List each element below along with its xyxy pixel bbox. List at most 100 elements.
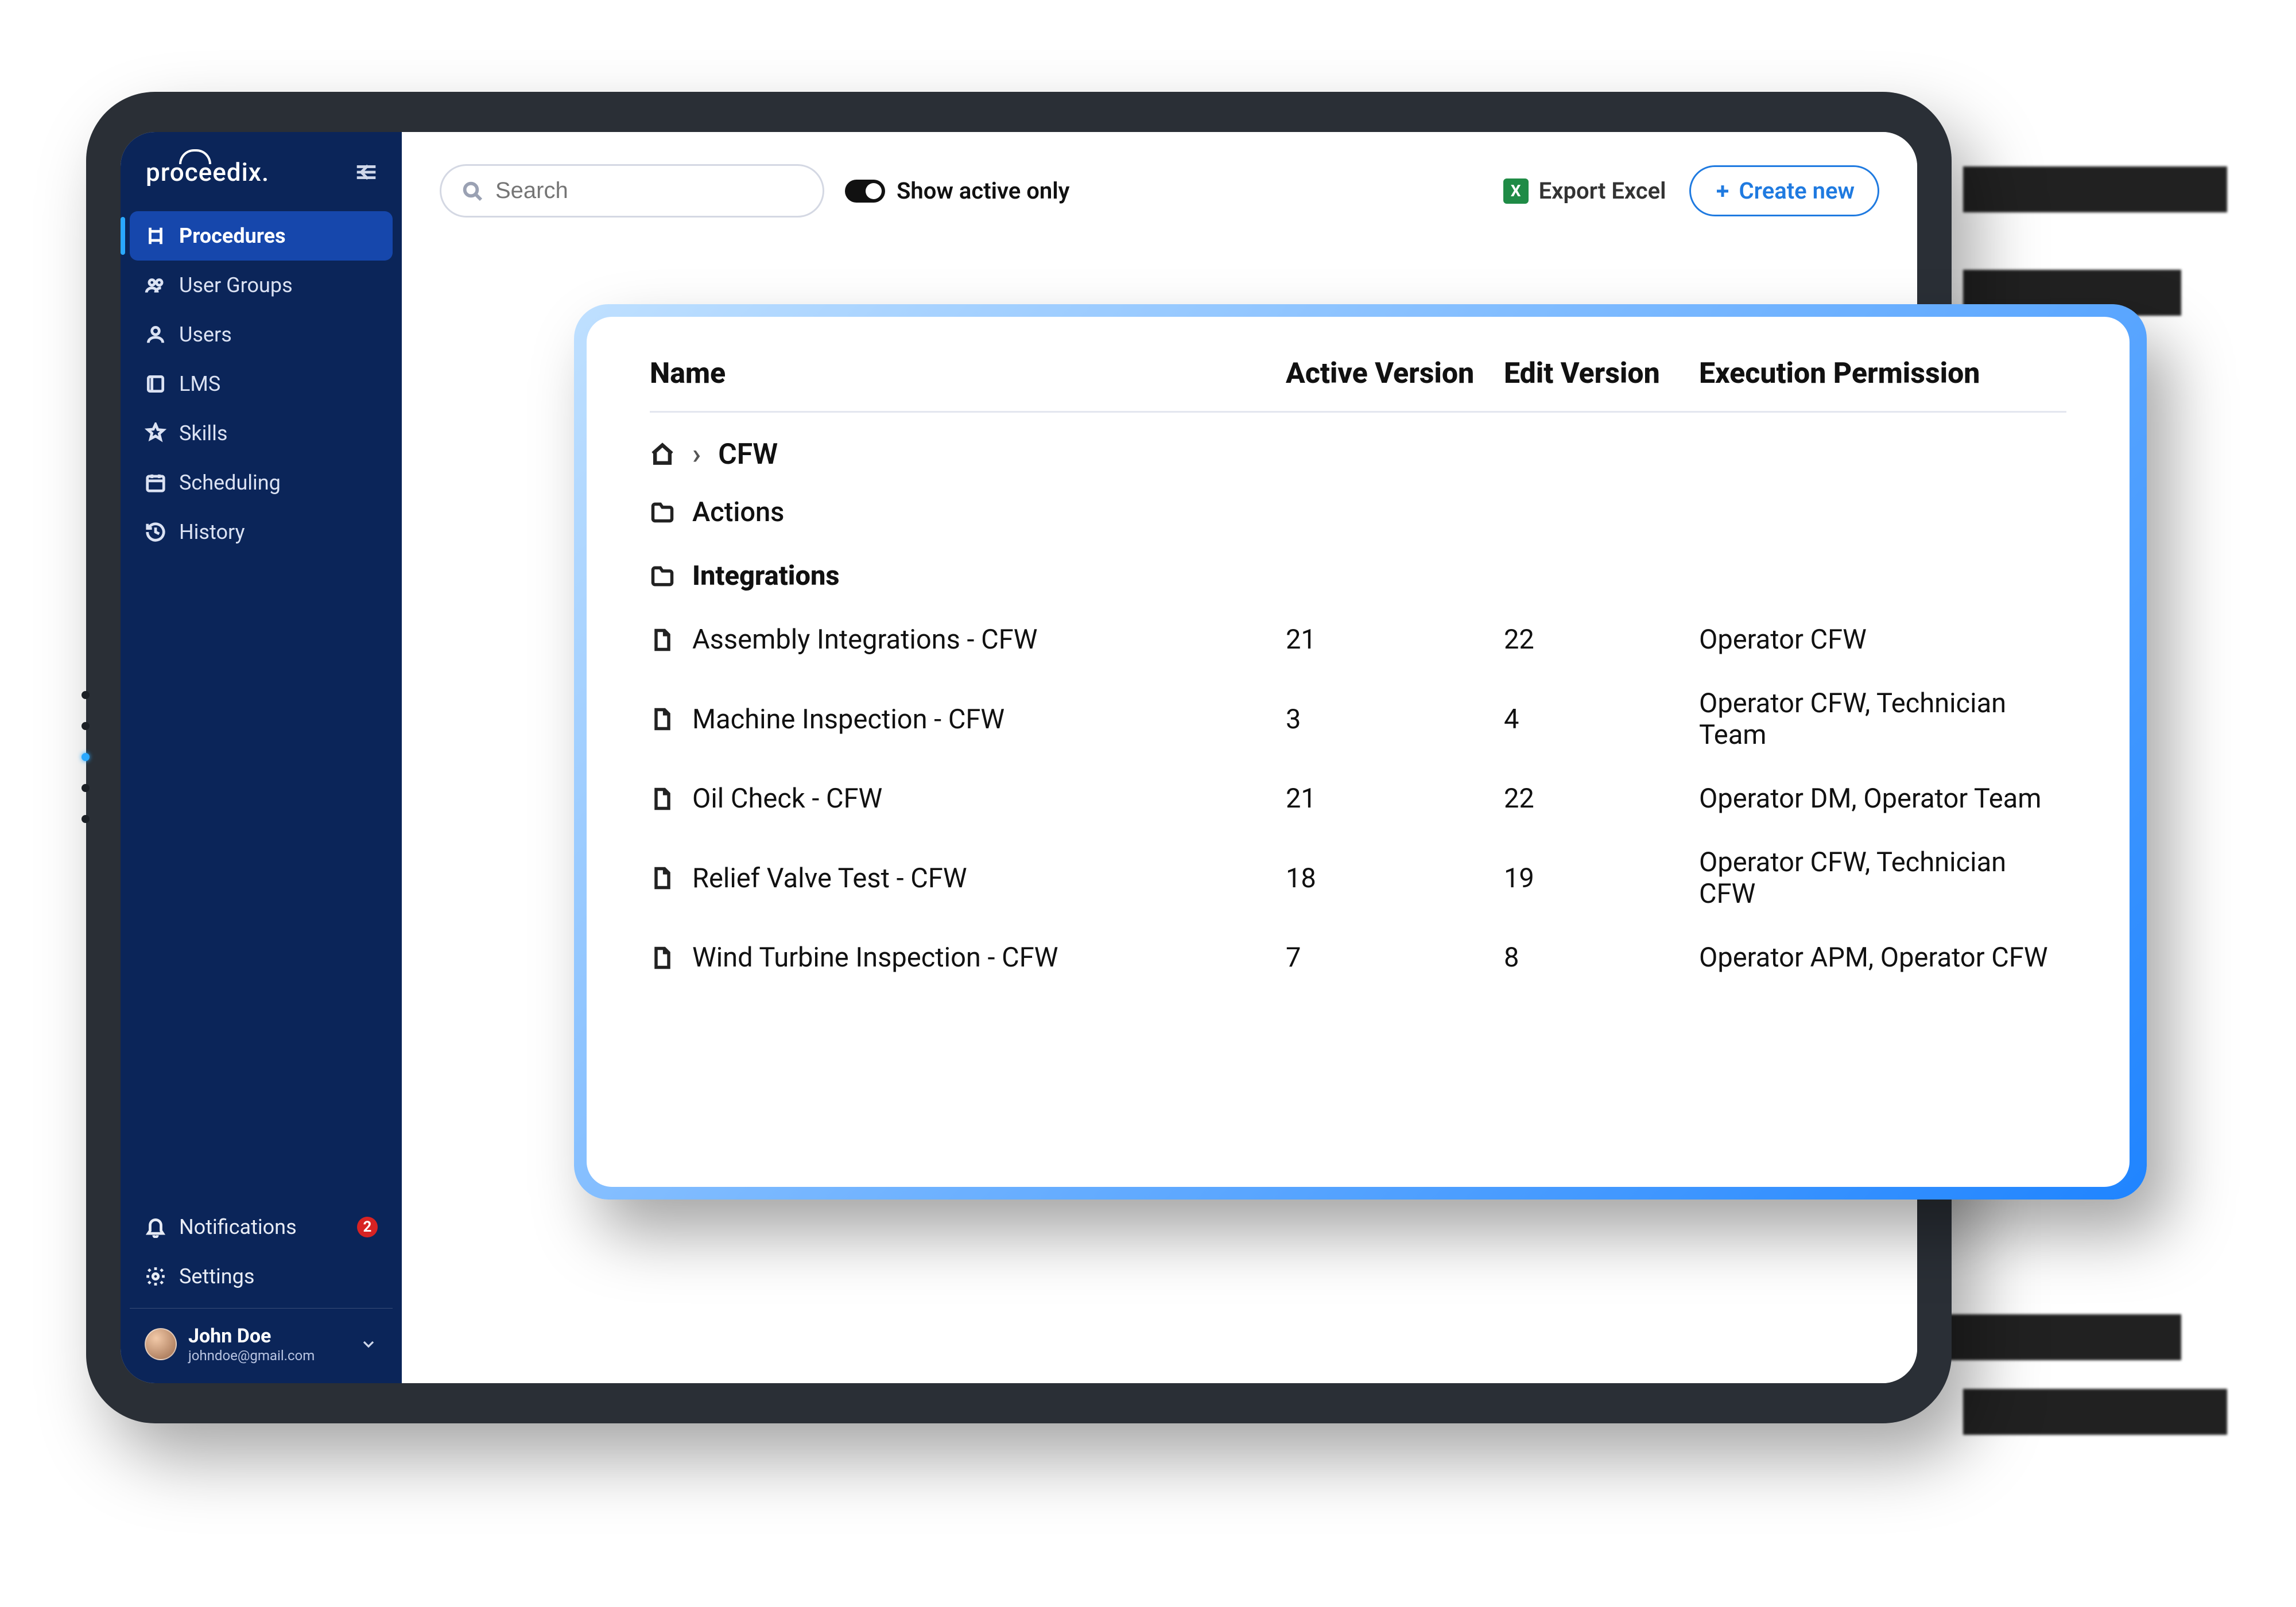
row-active: 18 <box>1286 863 1481 894</box>
file-icon <box>650 707 675 732</box>
folder-label: Integrations <box>692 560 840 592</box>
table-row[interactable]: Machine Inspection - CFW 3 4 Operator CF… <box>650 671 2066 767</box>
row-active: 7 <box>1286 942 1481 973</box>
brand-logo[interactable]: proceedix. <box>146 157 269 187</box>
switch-icon <box>845 180 885 203</box>
sidebar-item-label: Skills <box>179 421 227 445</box>
users-icon <box>145 324 166 346</box>
decorative-smear <box>1963 1389 2227 1435</box>
breadcrumb-current: CFW <box>718 438 778 471</box>
lms-icon <box>145 373 166 395</box>
file-icon <box>650 865 675 891</box>
sidebar-item-procedures[interactable]: Procedures <box>130 211 393 261</box>
search-icon <box>461 180 484 203</box>
row-name: Machine Inspection - CFW <box>692 704 1004 735</box>
row-perm: Operator CFW <box>1699 624 2066 655</box>
row-perm: Operator CFW, Technician Team <box>1699 688 2066 751</box>
data-panel-frame: Name Active Version Edit Version Executi… <box>574 304 2147 1200</box>
history-icon <box>145 521 166 543</box>
table-row[interactable]: Assembly Integrations - CFW 21 22 Operat… <box>650 608 2066 671</box>
row-edit: 19 <box>1504 863 1676 894</box>
table-row[interactable]: Oil Check - CFW 21 22 Operator DM, Opera… <box>650 767 2066 830</box>
sidebar-item-label: LMS <box>179 372 220 396</box>
row-edit: 8 <box>1504 942 1676 973</box>
excel-icon <box>1503 178 1529 204</box>
row-name: Wind Turbine Inspection - CFW <box>692 942 1058 973</box>
nav: Procedures User Groups Users LMS <box>121 205 402 1197</box>
row-active: 21 <box>1286 624 1481 655</box>
skills-icon <box>145 422 166 444</box>
file-icon <box>650 627 675 653</box>
procedures-icon <box>145 225 166 247</box>
sidebar-item-label: Users <box>179 323 232 347</box>
row-perm: Operator DM, Operator Team <box>1699 783 2066 814</box>
search-box[interactable] <box>440 164 824 218</box>
folder-row[interactable]: Actions <box>650 480 2066 544</box>
table-header: Name Active Version Edit Version Executi… <box>650 357 2066 413</box>
decorative-smear <box>1940 1314 2181 1360</box>
tablet-side-dots <box>82 691 90 823</box>
notifications-badge: 2 <box>357 1217 378 1237</box>
create-label: Create new <box>1739 177 1855 204</box>
decorative-smear <box>1963 166 2227 212</box>
col-name: Name <box>650 357 1263 390</box>
export-excel-button[interactable]: Export Excel <box>1503 177 1666 204</box>
sidebar-item-label: History <box>179 520 245 544</box>
breadcrumb[interactable]: › CFW <box>650 413 2066 480</box>
row-edit: 4 <box>1504 704 1676 735</box>
sidebar-item-scheduling[interactable]: Scheduling <box>130 458 393 507</box>
row-name: Oil Check - CFW <box>692 783 882 814</box>
sidebar-item-label: Scheduling <box>179 471 281 495</box>
col-active: Active Version <box>1286 357 1481 390</box>
user-card[interactable]: John Doe johndoe@gmail.com <box>130 1308 393 1383</box>
table-row[interactable]: Wind Turbine Inspection - CFW 7 8 Operat… <box>650 926 2066 989</box>
file-icon <box>650 945 675 971</box>
sidebar-item-skills[interactable]: Skills <box>130 409 393 458</box>
sidebar-item-settings[interactable]: Settings <box>130 1252 393 1301</box>
bell-icon <box>145 1216 166 1238</box>
folder-label: Actions <box>692 496 784 528</box>
row-name: Assembly Integrations - CFW <box>692 624 1037 655</box>
row-name: Relief Valve Test - CFW <box>692 863 967 894</box>
settings-label: Settings <box>179 1264 254 1288</box>
row-edit: 22 <box>1504 624 1676 655</box>
search-input[interactable] <box>494 177 803 204</box>
toggle-label: Show active only <box>897 177 1070 204</box>
sidebar-item-users[interactable]: Users <box>130 310 393 359</box>
row-edit: 22 <box>1504 783 1676 814</box>
sidebar-item-notifications[interactable]: Notifications 2 <box>130 1202 393 1252</box>
folder-icon <box>650 500 675 525</box>
chevron-right-icon: › <box>692 438 701 471</box>
row-active: 3 <box>1286 704 1481 735</box>
scheduling-icon <box>145 472 166 494</box>
chevron-down-icon <box>359 1335 378 1353</box>
folder-icon <box>650 564 675 589</box>
folder-row[interactable]: Integrations <box>650 544 2066 608</box>
plus-icon <box>1714 183 1731 200</box>
gear-icon <box>145 1266 166 1287</box>
toolbar: Show active only Export Excel Create new <box>440 164 1879 218</box>
sidebar-item-user-groups[interactable]: User Groups <box>130 261 393 310</box>
table-row[interactable]: Relief Valve Test - CFW 18 19 Operator C… <box>650 830 2066 926</box>
row-active: 21 <box>1286 783 1481 814</box>
sidebar-item-history[interactable]: History <box>130 507 393 557</box>
user-email: johndoe@gmail.com <box>188 1348 315 1364</box>
home-icon <box>650 442 675 467</box>
row-perm: Operator APM, Operator CFW <box>1699 942 2066 973</box>
sidebar-item-lms[interactable]: LMS <box>130 359 393 409</box>
user-name: John Doe <box>188 1325 315 1348</box>
create-new-button[interactable]: Create new <box>1689 165 1879 216</box>
col-perm: Execution Permission <box>1699 357 2066 390</box>
row-perm: Operator CFW, Technician CFW <box>1699 847 2066 910</box>
collapse-sidebar-icon[interactable] <box>354 159 380 185</box>
file-icon <box>650 786 675 812</box>
notifications-label: Notifications <box>179 1215 297 1239</box>
brand-arc-icon <box>179 149 211 164</box>
toggle-active-only[interactable]: Show active only <box>845 177 1070 204</box>
data-panel: Name Active Version Edit Version Executi… <box>587 317 2130 1187</box>
user-groups-icon <box>145 274 166 296</box>
export-label: Export Excel <box>1539 177 1666 204</box>
sidebar: proceedix. Procedures <box>121 132 402 1383</box>
col-edit: Edit Version <box>1504 357 1676 390</box>
avatar <box>145 1328 177 1360</box>
